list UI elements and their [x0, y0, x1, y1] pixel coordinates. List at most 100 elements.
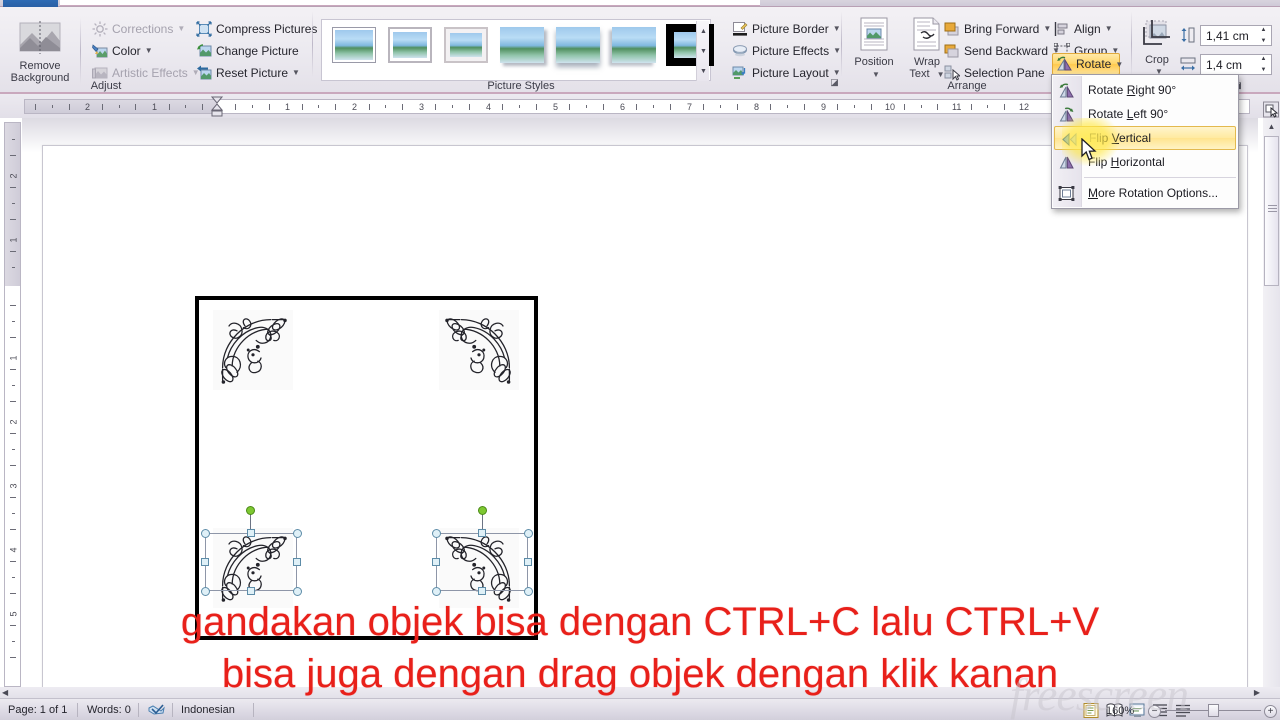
shape-width-icon	[1180, 56, 1196, 72]
spelling-check-icon[interactable]	[148, 702, 165, 718]
zoom-slider[interactable]: − +	[1148, 701, 1278, 719]
status-page-indicator[interactable]: Page: 1 of 1	[8, 702, 67, 718]
selection-handle-edge[interactable]	[247, 587, 255, 595]
picture-style-preview	[556, 27, 600, 63]
selection-bounding-box[interactable]	[205, 533, 297, 591]
picture-border-label: Picture Border	[752, 21, 829, 36]
corrections-button[interactable]: Corrections ▼	[88, 18, 189, 39]
gallery-scrollbar[interactable]: ▲ ▼ ▼	[696, 21, 709, 81]
group-divider	[80, 18, 81, 84]
picture-effects-button[interactable]: Picture Effects ▼	[728, 40, 845, 61]
shape-height-stepper[interactable]: ▲ ▼	[1257, 27, 1270, 44]
selection-handle-corner[interactable]	[293, 587, 302, 596]
selection-bounding-box[interactable]	[436, 533, 528, 591]
menu-item-more-rotation-options[interactable]: More Rotation Options...	[1052, 181, 1238, 205]
selection-handle-edge[interactable]	[432, 558, 440, 566]
rotate-right-icon	[1058, 82, 1075, 99]
status-zoom-level[interactable]: 160%	[1106, 703, 1134, 719]
selection-handle-edge[interactable]	[524, 558, 532, 566]
selection-handle-corner[interactable]	[432, 587, 441, 596]
shape-width-input[interactable]: 1,4 cm ▲ ▼	[1200, 54, 1272, 75]
selection-handle-corner[interactable]	[524, 587, 533, 596]
status-divider	[77, 703, 78, 717]
zoom-slider-knob[interactable]	[1208, 704, 1219, 717]
artistic-effects-label: Artistic Effects	[112, 65, 188, 80]
ruler-tick: 2	[8, 419, 19, 425]
picture-style-thumb[interactable]	[332, 27, 376, 63]
align-icon	[1054, 21, 1070, 37]
stepper-down-icon[interactable]: ▼	[1261, 67, 1267, 73]
selection-handle-edge[interactable]	[478, 587, 486, 595]
tab-format-active[interactable]	[3, 0, 58, 7]
ruler-tick: 3	[419, 102, 425, 112]
crop-label: Crop	[1145, 54, 1169, 66]
picture-style-thumb[interactable]	[556, 27, 600, 63]
ruler-tick: 1	[8, 237, 19, 243]
shape-height-input[interactable]: 1,41 cm ▲ ▼	[1200, 25, 1272, 46]
status-language[interactable]: Indonesian	[181, 702, 235, 718]
selection-handle-corner[interactable]	[432, 529, 441, 538]
ruler-tick: 6	[620, 102, 626, 112]
ornament-top-left[interactable]	[213, 310, 293, 390]
selection-handle-edge[interactable]	[478, 529, 486, 537]
gallery-scroll-down-icon[interactable]: ▼	[697, 41, 710, 61]
color-button[interactable]: Color ▼	[88, 40, 157, 61]
picture-style-preview	[335, 30, 373, 60]
selection-handle-edge[interactable]	[201, 558, 209, 566]
ribbon-group-adjust: Remove Background Corrections ▼ Color ▼ …	[0, 7, 317, 94]
change-picture-button[interactable]: Change Picture	[192, 40, 303, 61]
menu-item-label: More Rotation Options...	[1088, 186, 1219, 200]
bring-forward-button[interactable]: Bring Forward ▼	[940, 18, 1055, 39]
position-button[interactable]: Position ▼	[848, 17, 900, 81]
rotation-handle[interactable]	[246, 506, 255, 515]
shape-width-stepper[interactable]: ▲ ▼	[1257, 56, 1270, 73]
picture-style-thumb[interactable]	[388, 27, 432, 63]
stepper-down-icon[interactable]: ▼	[1261, 38, 1267, 44]
scroll-up-icon[interactable]: ▲	[1263, 118, 1280, 135]
menu-item-flip-vertical[interactable]: Flip Vertical	[1054, 126, 1236, 150]
picture-border-button[interactable]: Picture Border ▼	[728, 18, 845, 39]
menu-item-flip-horizontal[interactable]: Flip Horizontal	[1052, 150, 1238, 174]
picture-styles-gallery[interactable]: ▲ ▼ ▼	[321, 19, 714, 81]
picture-border-icon	[732, 21, 748, 37]
remove-background-label-line1: Remove	[19, 60, 61, 72]
picture-style-thumb[interactable]	[444, 27, 488, 63]
selection-handle-corner[interactable]	[524, 529, 533, 538]
vertical-scroll-thumb[interactable]	[1264, 136, 1279, 286]
select-browse-object-button[interactable]	[1263, 100, 1279, 120]
print-layout-view-button[interactable]	[1083, 703, 1100, 718]
picture-style-thumb[interactable]	[500, 27, 544, 63]
stepper-up-icon[interactable]: ▲	[1261, 27, 1267, 33]
selection-handle-corner[interactable]	[293, 529, 302, 538]
menu-item-rotate-left-90[interactable]: Rotate Left 90°	[1052, 102, 1238, 126]
picture-styles-dialog-launcher[interactable]: ◪	[829, 77, 840, 88]
ruler-tick: 1	[8, 355, 19, 361]
stepper-up-icon[interactable]: ▲	[1261, 56, 1267, 62]
ruler-tick: 4	[8, 547, 19, 553]
selection-handle-edge[interactable]	[247, 529, 255, 537]
zoom-out-button[interactable]: −	[1148, 705, 1161, 718]
indent-markers[interactable]	[210, 96, 224, 117]
picture-style-preview	[450, 33, 482, 57]
zoom-in-button[interactable]: +	[1264, 705, 1277, 718]
top-margin-region	[5, 123, 20, 286]
align-label: Align	[1074, 21, 1101, 36]
gallery-scroll-up-icon[interactable]: ▲	[697, 21, 710, 41]
ornament-top-right[interactable]	[439, 310, 519, 390]
menu-item-rotate-right-90[interactable]: Rotate Right 90°	[1052, 78, 1238, 102]
send-backward-button[interactable]: Send Backward ▼	[940, 40, 1064, 61]
picture-layout-label: Picture Layout	[752, 65, 829, 80]
picture-layout-button[interactable]: Picture Layout ▼	[728, 62, 845, 83]
status-word-count[interactable]: Words: 0	[87, 702, 131, 718]
rotation-handle[interactable]	[478, 506, 487, 515]
align-button[interactable]: Align ▼	[1050, 18, 1117, 39]
gallery-more-icon[interactable]: ▼	[697, 61, 710, 81]
picture-style-thumb[interactable]	[612, 27, 656, 63]
remove-background-button[interactable]: Remove Background	[6, 21, 74, 84]
selection-handle-corner[interactable]	[201, 587, 210, 596]
compress-pictures-button[interactable]: Compress Pictures	[192, 18, 321, 39]
selection-handle-corner[interactable]	[201, 529, 210, 538]
rotate-button[interactable]: Rotate ▼	[1052, 53, 1123, 75]
crop-button[interactable]: Crop ▼	[1136, 19, 1178, 78]
selection-handle-edge[interactable]	[293, 558, 301, 566]
